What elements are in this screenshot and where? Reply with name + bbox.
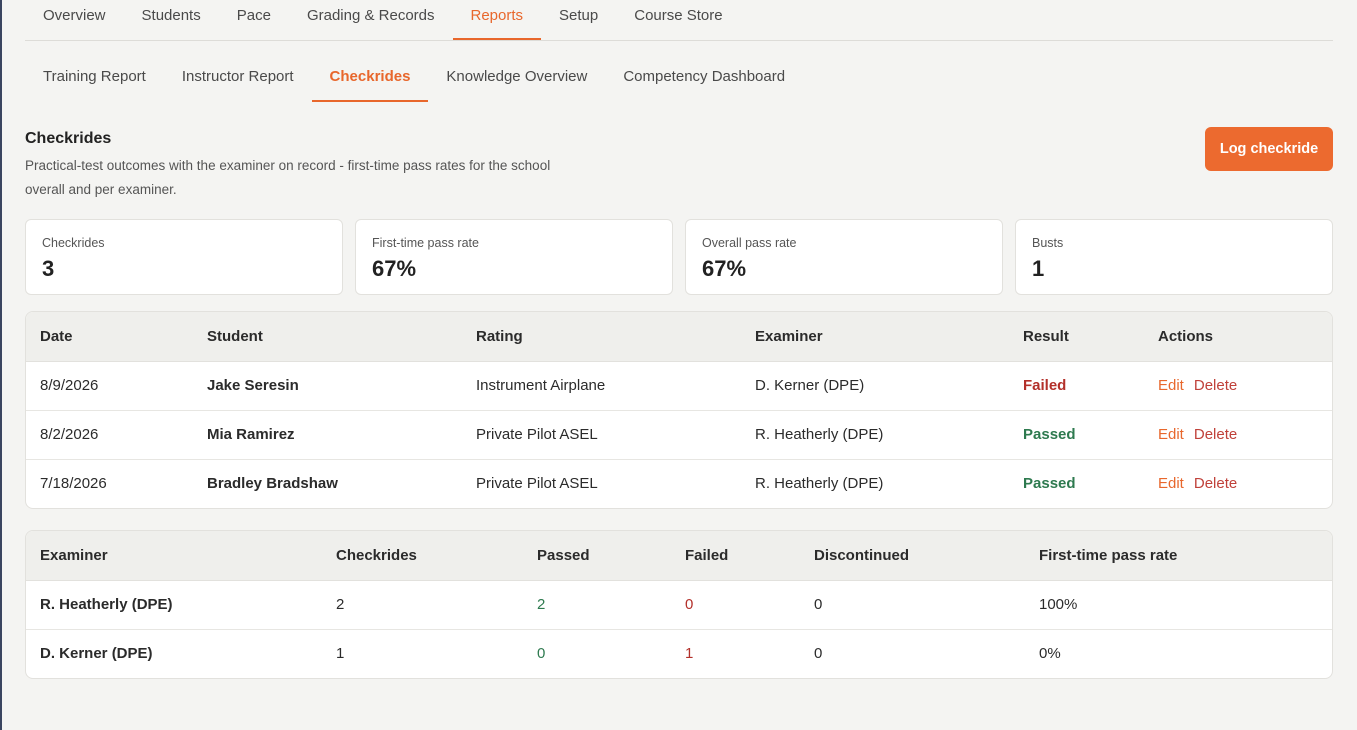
cell-date: 7/18/2026 — [40, 475, 107, 493]
cell-pass-rate: 0% — [1039, 645, 1061, 663]
reports-sub-nav: Training Report Instructor Report Checkr… — [25, 61, 1333, 102]
stat-value: 67% — [372, 256, 417, 281]
column-header-result[interactable]: Result — [1009, 312, 1144, 362]
cell-date: 8/2/2026 — [26, 410, 193, 460]
checkrides-table: Date Student Rating Examiner Result Acti… — [26, 312, 1332, 508]
edit-link[interactable]: Edit — [1158, 426, 1184, 443]
cell-result-passed: Passed — [1023, 475, 1076, 493]
tab-setup[interactable]: Setup — [541, 0, 616, 40]
subtab-competency-dashboard[interactable]: Competency Dashboard — [605, 61, 803, 102]
delete-link[interactable]: Delete — [1194, 377, 1237, 394]
column-header-examiner[interactable]: Examiner — [741, 312, 1009, 362]
cell-rating: Private Pilot ASEL — [476, 475, 598, 493]
subtab-checkrides[interactable]: Checkrides — [311, 61, 429, 102]
edit-link[interactable]: Edit — [1158, 475, 1184, 492]
cell-rating: Instrument Airplane — [462, 361, 741, 411]
examiner-summary-table: Examiner Checkrides Passed Failed Discon… — [26, 531, 1332, 678]
main-content: Overview Students Pace Grading & Records… — [25, 0, 1333, 679]
page-header: Checkrides Practical-test outcomes with … — [25, 126, 1333, 204]
column-header-passed[interactable]: Passed — [523, 531, 671, 581]
cell-checkrides: 1 — [336, 645, 345, 663]
table-header-row: Date Student Rating Examiner Result Acti… — [26, 312, 1332, 362]
left-rail — [0, 0, 2, 730]
cell-checkrides: 2 — [322, 580, 523, 630]
tab-overview[interactable]: Overview — [25, 0, 124, 40]
column-header-checkrides[interactable]: Checkrides — [322, 531, 523, 581]
column-header-failed[interactable]: Failed — [671, 531, 800, 581]
stats-row: Checkrides 3 First-time pass rate 67% Ov… — [25, 219, 1333, 295]
cell-discontinued: 0 — [814, 645, 823, 663]
cell-rating: Private Pilot ASEL — [462, 410, 741, 460]
cell-date: 8/9/2026 — [26, 361, 193, 411]
page-title: Checkrides — [25, 130, 112, 147]
column-header-rating[interactable]: Rating — [462, 312, 741, 362]
cell-actions: Edit Delete — [1144, 459, 1332, 508]
table-row: R. Heatherly (DPE) 2 2 0 0 100% — [26, 580, 1332, 630]
cell-pass-rate: 100% — [1025, 580, 1332, 630]
tab-students[interactable]: Students — [124, 0, 219, 40]
table-row: 7/18/2026 Bradley Bradshaw Private Pilot… — [26, 459, 1332, 508]
cell-examiner: D. Kerner (DPE) — [741, 361, 1009, 411]
checkrides-table-card: Date Student Rating Examiner Result Acti… — [25, 311, 1333, 509]
cell-student: Bradley Bradshaw — [207, 475, 338, 493]
table-row: D. Kerner (DPE) 1 0 1 0 0% — [26, 629, 1332, 678]
stat-card-checkrides: Checkrides 3 — [25, 219, 343, 295]
page-description: Practical-test outcomes with the examine… — [25, 158, 551, 197]
tab-course-store[interactable]: Course Store — [616, 0, 740, 40]
subtab-knowledge-overview[interactable]: Knowledge Overview — [428, 61, 605, 102]
examiner-summary-card: Examiner Checkrides Passed Failed Discon… — [25, 530, 1333, 679]
cell-examiner: R. Heatherly (DPE) — [741, 410, 1009, 460]
cell-actions: Edit Delete — [1144, 361, 1332, 411]
top-nav: Overview Students Pace Grading & Records… — [25, 0, 1333, 41]
log-checkride-button[interactable]: Log checkride — [1205, 127, 1333, 171]
column-header-student[interactable]: Student — [193, 312, 462, 362]
cell-examiner: R. Heatherly (DPE) — [755, 475, 884, 493]
stat-label: Checkrides — [42, 236, 105, 250]
delete-link[interactable]: Delete — [1194, 475, 1237, 492]
stat-value: 3 — [42, 256, 55, 281]
stat-card-busts: Busts 1 — [1015, 219, 1333, 295]
column-header-discontinued[interactable]: Discontinued — [800, 531, 1025, 581]
stat-card-overall-pass-rate: Overall pass rate 67% — [685, 219, 1003, 295]
tab-grading-records[interactable]: Grading & Records — [289, 0, 453, 40]
cell-failed: 1 — [685, 645, 694, 663]
table-header-row: Examiner Checkrides Passed Failed Discon… — [26, 531, 1332, 581]
cell-passed: 0 — [537, 645, 546, 663]
stat-label: First-time pass rate — [372, 236, 479, 250]
cell-result-failed: Failed — [1009, 361, 1144, 411]
cell-result-passed: Passed — [1009, 410, 1144, 460]
cell-examiner: R. Heatherly (DPE) — [26, 580, 322, 630]
subtab-instructor-report[interactable]: Instructor Report — [164, 61, 312, 102]
delete-link[interactable]: Delete — [1194, 426, 1237, 443]
cell-examiner: D. Kerner (DPE) — [40, 645, 153, 663]
cell-student: Jake Seresin — [193, 361, 462, 411]
column-header-first-time-pass-rate[interactable]: First-time pass rate — [1025, 531, 1332, 581]
table-row: 8/2/2026 Mia Ramirez Private Pilot ASEL … — [26, 410, 1332, 460]
cell-student: Mia Ramirez — [193, 410, 462, 460]
stat-value: 67% — [702, 256, 747, 281]
stat-label: Busts — [1032, 236, 1064, 250]
tab-pace[interactable]: Pace — [219, 0, 289, 40]
cell-actions: Edit Delete — [1144, 410, 1332, 460]
stat-card-first-time-pass-rate: First-time pass rate 67% — [355, 219, 673, 295]
cell-discontinued: 0 — [800, 580, 1025, 630]
cell-failed: 0 — [671, 580, 800, 630]
column-header-actions: Actions — [1144, 312, 1332, 362]
column-header-examiner[interactable]: Examiner — [26, 531, 322, 581]
stat-value: 1 — [1032, 256, 1045, 281]
tab-reports[interactable]: Reports — [452, 0, 542, 40]
subtab-training-report[interactable]: Training Report — [25, 61, 164, 102]
cell-passed: 2 — [523, 580, 671, 630]
edit-link[interactable]: Edit — [1158, 377, 1184, 394]
stat-label: Overall pass rate — [702, 236, 797, 250]
column-header-date[interactable]: Date — [26, 312, 193, 362]
table-row: 8/9/2026 Jake Seresin Instrument Airplan… — [26, 361, 1332, 411]
